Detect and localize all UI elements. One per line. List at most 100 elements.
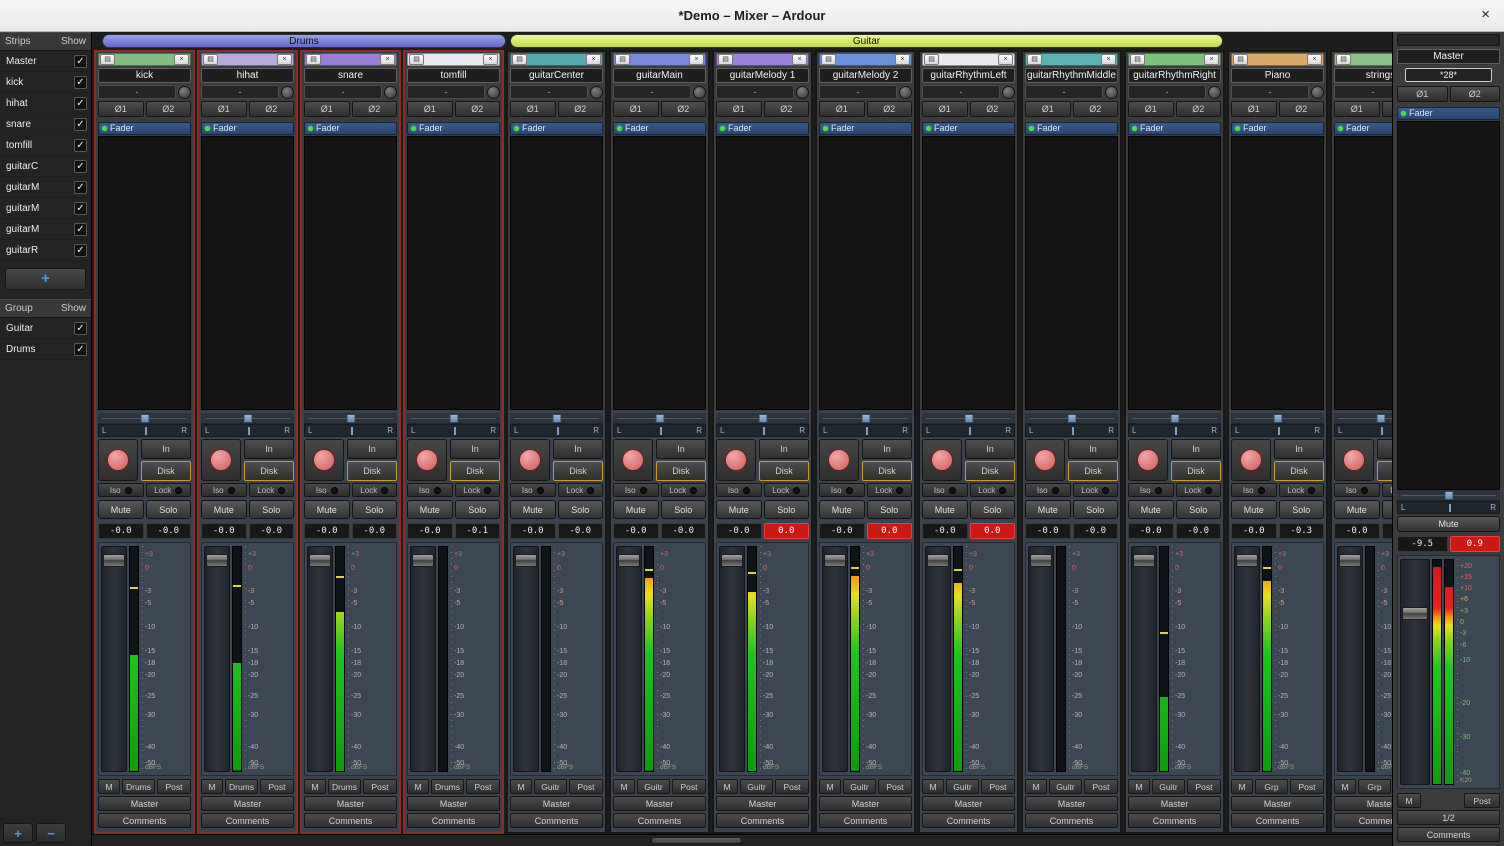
output-button[interactable]: 1/2: [1397, 810, 1500, 825]
solo-button[interactable]: Solo: [249, 500, 295, 519]
strip-color-bar[interactable]: ▤ ×: [1231, 53, 1324, 66]
disk-monitor-button[interactable]: Disk: [965, 461, 1015, 481]
solo-lock-button[interactable]: Lock: [249, 483, 295, 497]
trim-display[interactable]: -: [201, 85, 279, 99]
pan-control[interactable]: [1231, 413, 1324, 424]
window-close-button[interactable]: ×: [1481, 7, 1490, 23]
input-monitor-button[interactable]: In: [1171, 439, 1221, 459]
mute-button[interactable]: Mute: [922, 500, 968, 519]
solo-isolate-button[interactable]: Iso: [407, 483, 453, 497]
solo-lock-button[interactable]: Lock: [661, 483, 707, 497]
processor-box[interactable]: [304, 136, 397, 410]
group-button[interactable]: Guitr: [843, 779, 876, 794]
master-io-button[interactable]: *28*: [1405, 68, 1492, 82]
pan-control[interactable]: [716, 413, 809, 424]
gain-display[interactable]: -0.0: [922, 523, 968, 539]
fader-handle[interactable]: [1030, 554, 1052, 567]
comments-button[interactable]: Comments: [922, 813, 1015, 828]
monitor-icon[interactable]: ▤: [1027, 54, 1042, 65]
sidebar-strip-item[interactable]: snare✓: [0, 114, 91, 135]
trim-display[interactable]: -: [922, 85, 1000, 99]
fader[interactable]: [925, 546, 951, 772]
comments-button[interactable]: Comments: [819, 813, 912, 828]
sidebar-strip-item[interactable]: Master✓: [0, 51, 91, 72]
strip-name-button[interactable]: kick: [98, 68, 191, 83]
add-group-button[interactable]: +: [3, 823, 33, 843]
mute-button[interactable]: Mute: [98, 500, 144, 519]
monitor-icon[interactable]: ▤: [1130, 54, 1145, 65]
fader[interactable]: [1234, 546, 1260, 772]
solo-lock-button[interactable]: Lock: [1279, 483, 1325, 497]
record-arm-button[interactable]: [201, 439, 241, 481]
peak-display[interactable]: -0.0: [249, 523, 295, 539]
visibility-checkbox[interactable]: ✓: [74, 181, 87, 194]
output-button[interactable]: Master: [1025, 796, 1118, 811]
fader-processor-entry[interactable]: Fader: [1397, 107, 1500, 120]
solo-isolate-button[interactable]: Iso: [613, 483, 659, 497]
monitor-icon[interactable]: ▤: [512, 54, 527, 65]
meter-point-button[interactable]: Post: [466, 779, 500, 794]
pan-range[interactable]: L R: [1128, 424, 1221, 437]
visibility-checkbox[interactable]: ✓: [74, 223, 87, 236]
solo-button[interactable]: Solo: [661, 500, 707, 519]
output-button[interactable]: Master: [1231, 796, 1324, 811]
gain-display[interactable]: -0.0: [98, 523, 144, 539]
solo-button[interactable]: Solo: [558, 500, 604, 519]
solo-isolate-button[interactable]: Iso: [510, 483, 556, 497]
strip-color-bar[interactable]: ▤ ×: [98, 53, 191, 66]
gain-display[interactable]: -0.0: [819, 523, 865, 539]
record-arm-button[interactable]: [510, 439, 550, 481]
input-monitor-button[interactable]: In: [347, 439, 397, 459]
record-arm-button[interactable]: [922, 439, 962, 481]
visibility-checkbox[interactable]: ✓: [74, 244, 87, 257]
output-button[interactable]: Master: [922, 796, 1015, 811]
trim-knob[interactable]: [1002, 86, 1015, 99]
input-monitor-button[interactable]: In: [1274, 439, 1324, 459]
phase-invert-1-button[interactable]: Ø1: [716, 101, 762, 117]
strip-name-button[interactable]: guitarRhythmLeft: [922, 68, 1015, 83]
comments-button[interactable]: Comments: [1334, 813, 1392, 828]
fader[interactable]: [307, 546, 333, 772]
input-monitor-button[interactable]: In: [1377, 439, 1392, 459]
peak-display[interactable]: -0.0: [558, 523, 604, 539]
fader-processor-entry[interactable]: Fader: [922, 122, 1015, 135]
m-button[interactable]: M: [819, 779, 841, 794]
meter-point-button[interactable]: Post: [157, 779, 191, 794]
meter-point-button[interactable]: Post: [1464, 793, 1500, 808]
peak-display[interactable]: 0.0: [764, 523, 810, 539]
visibility-checkbox[interactable]: ✓: [74, 343, 87, 356]
record-arm-button[interactable]: [304, 439, 344, 481]
strip-color-bar[interactable]: ▤ ×: [304, 53, 397, 66]
gain-display[interactable]: -0.0: [1334, 523, 1380, 539]
solo-lock-button[interactable]: Lock: [1073, 483, 1119, 497]
disk-monitor-button[interactable]: Disk: [450, 461, 500, 481]
group-button[interactable]: Drums: [431, 779, 464, 794]
add-strip-button[interactable]: +: [5, 268, 86, 290]
trim-knob[interactable]: [384, 86, 397, 99]
processor-box[interactable]: [716, 136, 809, 410]
pan-range[interactable]: L R: [613, 424, 706, 437]
processor-box[interactable]: [1397, 121, 1500, 490]
meter-point-button[interactable]: Post: [1084, 779, 1118, 794]
trim-display[interactable]: -: [819, 85, 897, 99]
strip-name-button[interactable]: guitarCenter: [510, 68, 603, 83]
horizontal-scrollbar[interactable]: [92, 834, 1392, 846]
phase-invert-2-button[interactable]: Ø2: [1382, 101, 1393, 117]
comments-button[interactable]: Comments: [613, 813, 706, 828]
fader-processor-entry[interactable]: Fader: [98, 122, 191, 135]
processor-active-led[interactable]: [720, 126, 725, 131]
peak-display[interactable]: 0.0: [970, 523, 1016, 539]
output-button[interactable]: Master: [613, 796, 706, 811]
output-button[interactable]: Master: [510, 796, 603, 811]
phase-invert-1-button[interactable]: Ø1: [1334, 101, 1380, 117]
strip-name-button[interactable]: tomfill: [407, 68, 500, 83]
mute-button[interactable]: Mute: [716, 500, 762, 519]
comments-button[interactable]: Comments: [201, 813, 294, 828]
strip-close-icon[interactable]: ×: [1204, 54, 1219, 65]
pan-control[interactable]: [613, 413, 706, 424]
processor-active-led[interactable]: [1338, 126, 1343, 131]
mute-button[interactable]: Mute: [201, 500, 247, 519]
input-monitor-button[interactable]: In: [862, 439, 912, 459]
processor-active-led[interactable]: [411, 126, 416, 131]
disk-monitor-button[interactable]: Disk: [244, 461, 294, 481]
